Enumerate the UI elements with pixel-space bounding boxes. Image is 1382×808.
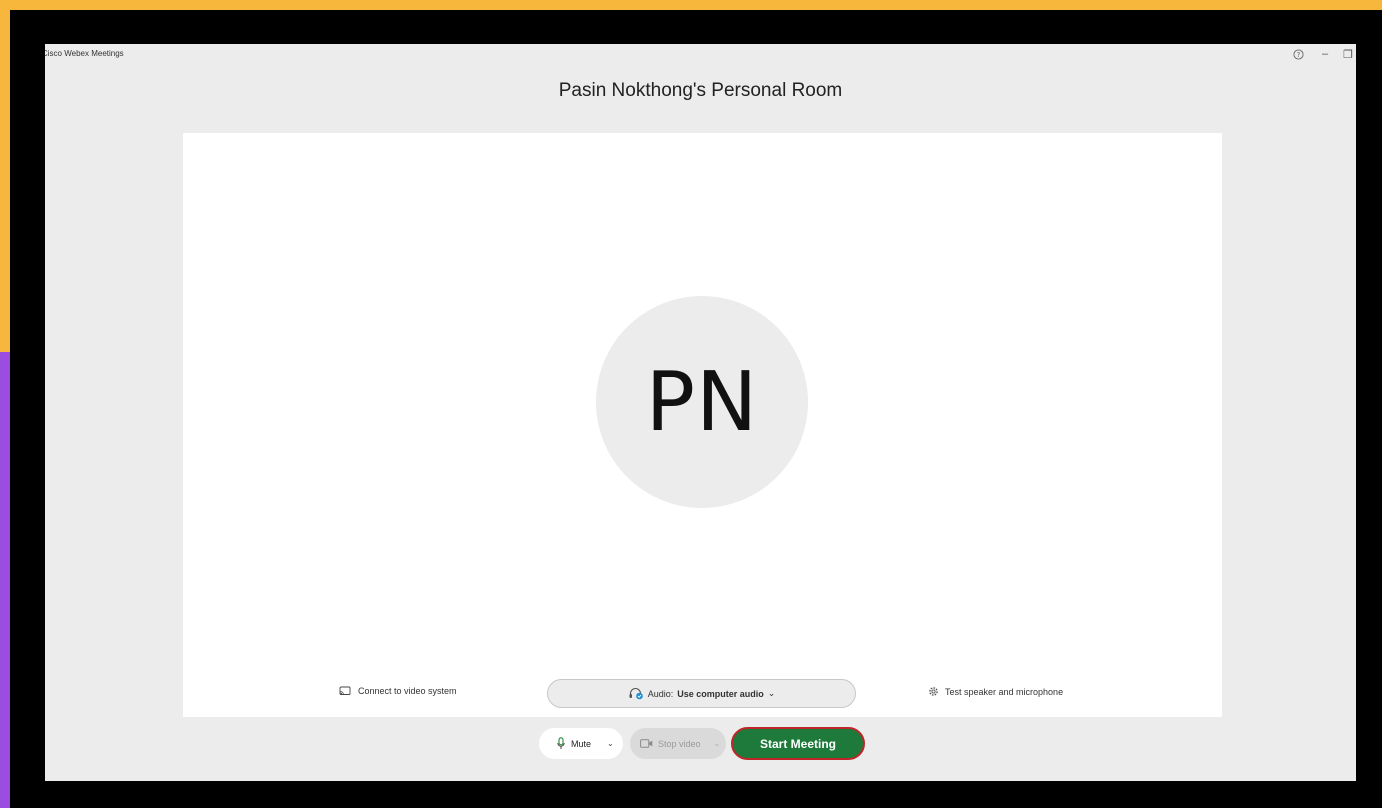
chevron-down-icon: ⌄ — [767, 688, 776, 698]
audio-selector[interactable]: Audio: Use computer audio ⌄ — [547, 679, 856, 708]
frame-top-strip — [0, 0, 1382, 10]
chevron-down-icon[interactable]: ⌄ — [714, 739, 721, 748]
connect-video-label: Connect to video system — [358, 686, 457, 696]
audio-prefix: Audio: — [647, 688, 674, 699]
svg-text:?: ? — [1296, 51, 1300, 59]
video-camera-icon — [640, 739, 653, 748]
start-meeting-button[interactable]: Start Meeting — [731, 727, 865, 760]
title-bar: Cisco Webex Meetings ? – ❐ — [45, 44, 1356, 66]
stop-video-button[interactable]: Stop video ⌄ — [630, 728, 726, 759]
app-title: Cisco Webex Meetings — [45, 49, 124, 58]
mute-label: Mute — [571, 738, 592, 749]
restore-button[interactable]: ❐ — [1339, 46, 1356, 62]
minimize-button[interactable]: – — [1316, 46, 1334, 62]
test-speaker-label: Test speaker and microphone — [945, 686, 1064, 697]
video-preview-panel: PN Connect to video system Audio: Use co… — [183, 133, 1222, 717]
cast-icon — [339, 686, 351, 695]
minimize-icon: – — [1321, 48, 1329, 60]
chevron-down-icon[interactable]: ⌄ — [607, 739, 614, 748]
microphone-icon — [557, 737, 565, 749]
gear-icon — [929, 687, 938, 696]
help-button[interactable]: ? — [1289, 46, 1307, 62]
mute-button[interactable]: Mute ⌄ — [539, 728, 623, 759]
webex-window: Cisco Webex Meetings ? – ❐ Pasin Nokthon… — [45, 44, 1356, 781]
audio-options-row: Connect to video system Audio: Use compu… — [183, 679, 1222, 709]
headset-icon — [629, 688, 643, 700]
stop-video-label: Stop video — [658, 738, 701, 749]
meeting-controls: Mute ⌄ Stop video ⌄ Start Meeting — [45, 727, 1356, 761]
avatar: PN — [596, 296, 808, 508]
connect-video-system-button[interactable]: Connect to video system — [339, 686, 457, 696]
frame-left-strip-purple — [0, 352, 10, 808]
frame-left-strip-yellow — [0, 0, 10, 352]
help-icon: ? — [1292, 48, 1304, 60]
audio-value: Use computer audio — [677, 688, 764, 699]
restore-icon: ❐ — [1343, 48, 1353, 61]
test-speaker-button[interactable]: Test speaker and microphone — [928, 686, 1063, 697]
page-title: Pasin Nokthong's Personal Room — [558, 80, 843, 101]
